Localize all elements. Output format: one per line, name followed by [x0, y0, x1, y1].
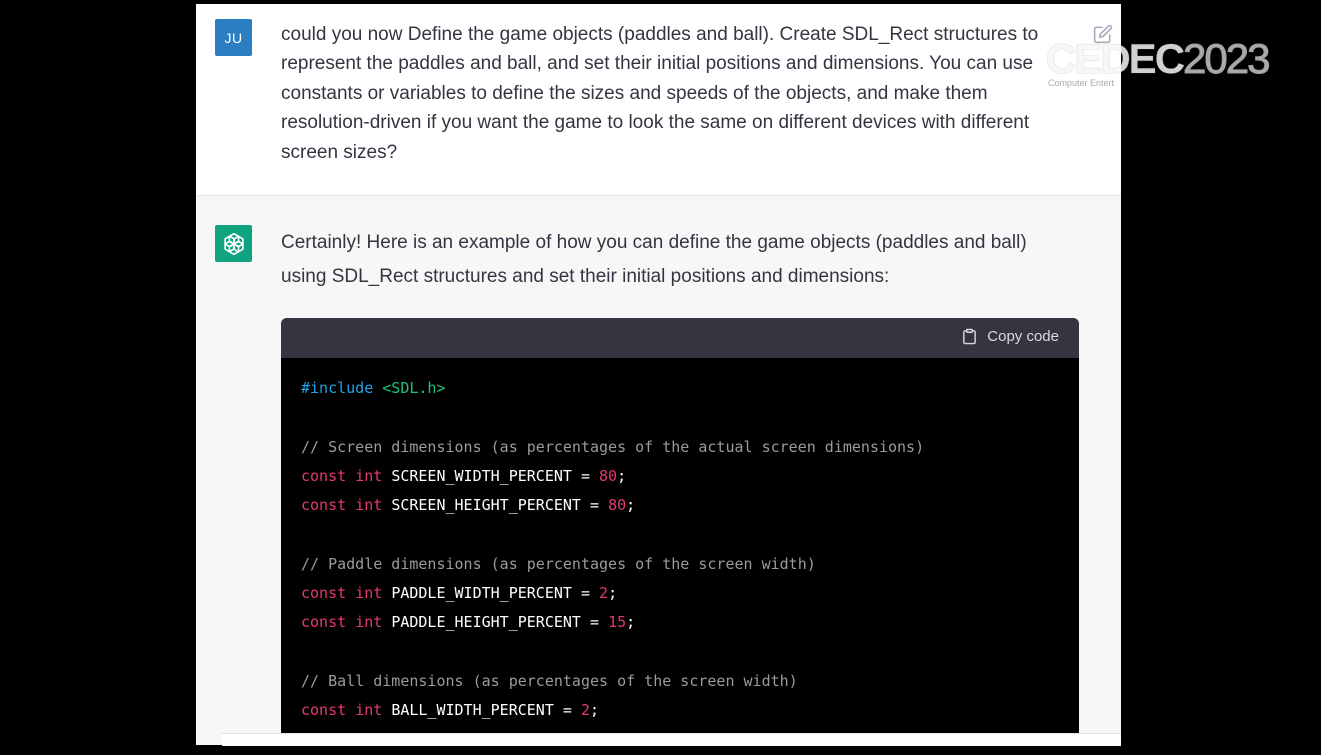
number-literal: 80 [608, 496, 627, 515]
input-area-edge [222, 733, 1121, 746]
keyword-const: const [301, 496, 347, 515]
copy-code-label: Copy code [987, 328, 1059, 345]
keyword-int: int [355, 701, 383, 720]
code-line: const int SCREEN_WIDTH_PERCENT = 80; [301, 467, 626, 485]
assistant-avatar [215, 225, 252, 262]
code-block: Copy code #include <SDL.h> // Screen dim… [281, 318, 1079, 738]
operator: = [580, 584, 590, 603]
identifier: BALL_WIDTH_PERCENT [391, 701, 554, 720]
operator: = [580, 466, 590, 485]
number-literal: 2 [580, 701, 590, 720]
code-line: const int PADDLE_WIDTH_PERCENT = 2; [301, 584, 617, 602]
code-line: const int SCREEN_HEIGHT_PERCENT = 80; [301, 496, 635, 514]
keyword-const: const [301, 613, 347, 632]
identifier: SCREEN_HEIGHT_PERCENT [391, 496, 581, 515]
semicolon: ; [626, 496, 636, 515]
code-line: const int PADDLE_HEIGHT_PERCENT = 15; [301, 613, 635, 631]
include-file: <SDL.h> [382, 379, 446, 397]
keyword-const: const [301, 584, 347, 603]
identifier: PADDLE_WIDTH_PERCENT [391, 584, 572, 603]
code-block-header: Copy code [281, 318, 1079, 358]
keyword-const: const [301, 701, 347, 720]
code-comment: // Screen dimensions (as percentages of … [301, 437, 925, 456]
identifier: PADDLE_HEIGHT_PERCENT [391, 613, 581, 632]
user-message: JU could you now Define the game objects… [196, 4, 1121, 196]
code-line: const int BALL_WIDTH_PERCENT = 2; [301, 701, 599, 719]
clipboard-icon [963, 328, 977, 345]
semicolon: ; [617, 466, 627, 485]
watermark-year: 2023 [1183, 35, 1271, 82]
code-line-include: #include <SDL.h> [301, 379, 446, 397]
semicolon: ; [590, 701, 600, 720]
assistant-message: Certainly! Here is an example of how you… [196, 196, 1121, 745]
watermark-logo: CEDEC2023 [1046, 35, 1271, 82]
code-content: #include <SDL.h> // Screen dimensions (a… [281, 374, 1079, 726]
semicolon: ; [608, 584, 618, 603]
code-comment: // Paddle dimensions (as percentages of … [301, 554, 816, 573]
operator: = [590, 613, 600, 632]
user-message-text: could you now Define the game objects (p… [281, 24, 1039, 163]
chat-window: JU could you now Define the game objects… [196, 4, 1121, 745]
identifier: SCREEN_WIDTH_PERCENT [391, 466, 572, 485]
preprocessor-directive: #include [301, 379, 374, 397]
user-avatar: JU [215, 19, 252, 56]
code-comment: // Ball dimensions (as percentages of th… [301, 671, 798, 690]
watermark-brand: CEDEC [1046, 35, 1185, 82]
number-literal: 2 [599, 584, 609, 603]
copy-code-button[interactable]: Copy code [961, 327, 1059, 346]
operator: = [562, 701, 572, 720]
semicolon: ; [626, 613, 636, 632]
keyword-const: const [301, 466, 347, 485]
keyword-int: int [355, 613, 383, 632]
keyword-int: int [355, 466, 383, 485]
keyword-int: int [355, 584, 383, 603]
number-literal: 15 [608, 613, 627, 632]
openai-logo-icon [223, 232, 244, 255]
cedec-watermark: CEDEC2023 Computer Entert [1046, 35, 1271, 88]
keyword-int: int [355, 496, 383, 515]
number-literal: 80 [599, 466, 618, 485]
operator: = [590, 496, 600, 515]
assistant-intro-text: Certainly! Here is an example of how you… [281, 232, 1027, 287]
